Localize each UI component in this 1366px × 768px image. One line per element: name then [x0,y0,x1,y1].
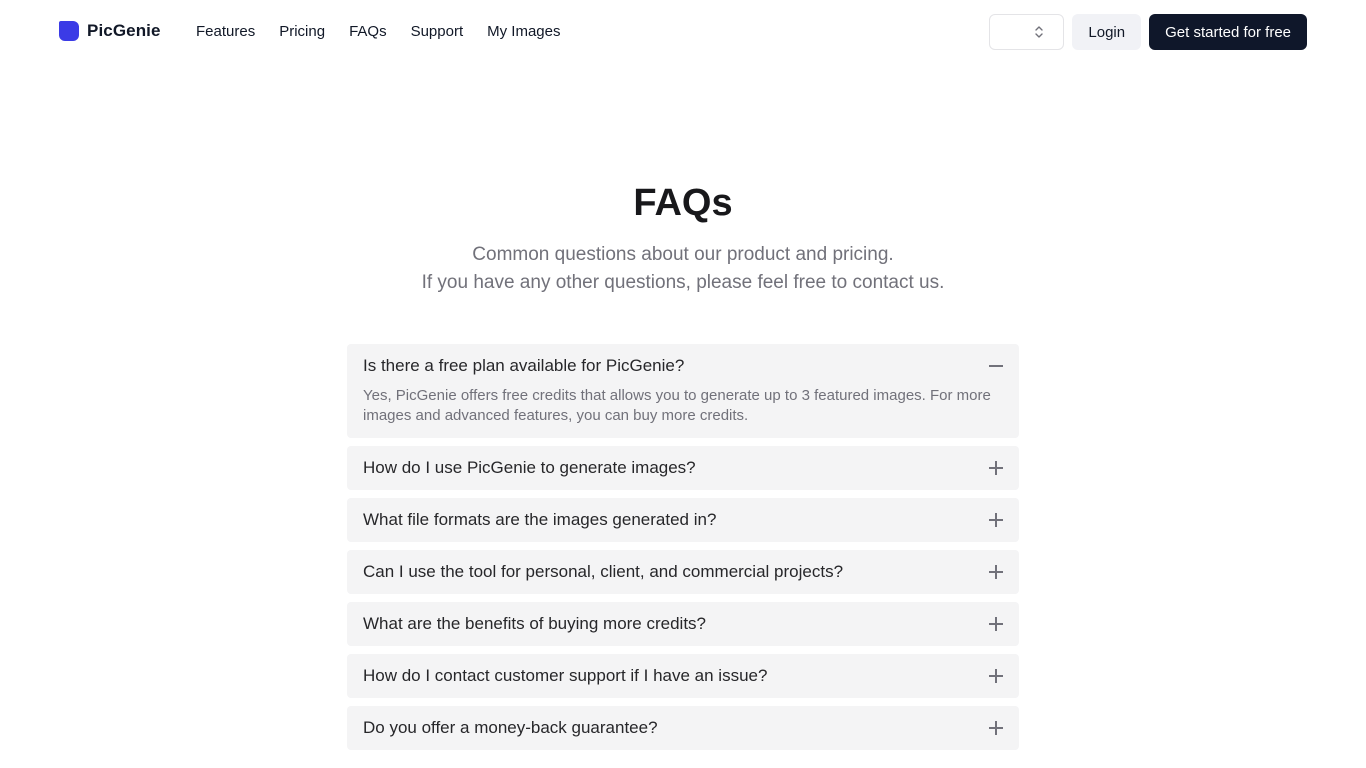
faq-question-button[interactable]: Do you offer a money-back guarantee? [347,706,1019,750]
page-title: FAQs [633,182,733,224]
login-button[interactable]: Login [1072,14,1142,50]
header-actions: Login Get started for free [989,14,1307,50]
subtitle-line-1: Common questions about our product and p… [472,244,894,265]
plus-icon [989,617,1003,631]
language-select[interactable] [989,14,1065,50]
site-header: PicGenie Features Pricing FAQs Support M… [0,0,1366,64]
faq-question: What file formats are the images generat… [363,510,717,529]
faq-question-button[interactable]: How do I contact customer support if I h… [347,654,1019,698]
chevron-up-down-icon [1035,26,1044,38]
brand-name: PicGenie [87,21,161,40]
faq-question: What are the benefits of buying more cre… [363,614,707,633]
subtitle-line-2: If you have any other questions, please … [421,272,945,293]
faq-item-credits-benefits: What are the benefits of buying more cre… [347,602,1019,646]
faq-item-support-contact: How do I contact customer support if I h… [347,654,1019,698]
main-nav: Features Pricing FAQs Support My Images [196,22,584,42]
faq-question: Can I use the tool for personal, client,… [363,562,844,581]
nav-link-my-images[interactable]: My Images [487,22,560,42]
faq-answer: Yes, PicGenie offers free credits that a… [363,387,991,424]
faq-question-button[interactable]: How do I use PicGenie to generate images… [347,446,1019,490]
plus-icon [989,461,1003,475]
plus-icon [989,721,1003,735]
faq-item-free-plan: Is there a free plan available for PicGe… [347,344,1019,438]
brand-logo-link[interactable]: PicGenie [59,21,161,41]
faq-item-commercial-use: Can I use the tool for personal, client,… [347,550,1019,594]
nav-link-faqs[interactable]: FAQs [349,22,387,42]
faq-question-button[interactable]: What are the benefits of buying more cre… [347,602,1019,646]
faq-item-file-formats: What file formats are the images generat… [347,498,1019,542]
faq-list: Is there a free plan available for PicGe… [347,344,1019,758]
plus-icon [989,669,1003,683]
plus-icon [989,565,1003,579]
faq-question: Do you offer a money-back guarantee? [363,718,658,737]
faq-item-how-to-use: How do I use PicGenie to generate images… [347,446,1019,490]
plus-icon [989,513,1003,527]
nav-link-pricing[interactable]: Pricing [279,22,325,42]
faq-item-money-back: Do you offer a money-back guarantee? [347,706,1019,750]
logo-icon [59,21,79,41]
faq-question: How do I contact customer support if I h… [363,666,768,685]
faq-question-button[interactable]: Can I use the tool for personal, client,… [347,550,1019,594]
page-subtitle: Common questions about our product and p… [0,241,1366,297]
nav-link-features[interactable]: Features [196,22,255,42]
faq-question: How do I use PicGenie to generate images… [363,458,696,477]
minus-icon [989,359,1003,373]
faq-question: Is there a free plan available for PicGe… [363,356,685,375]
get-started-button[interactable]: Get started for free [1149,14,1307,50]
faq-question-button[interactable]: What file formats are the images generat… [347,498,1019,542]
nav-link-support[interactable]: Support [411,22,464,42]
faq-question-button[interactable]: Is there a free plan available for PicGe… [347,344,1019,388]
